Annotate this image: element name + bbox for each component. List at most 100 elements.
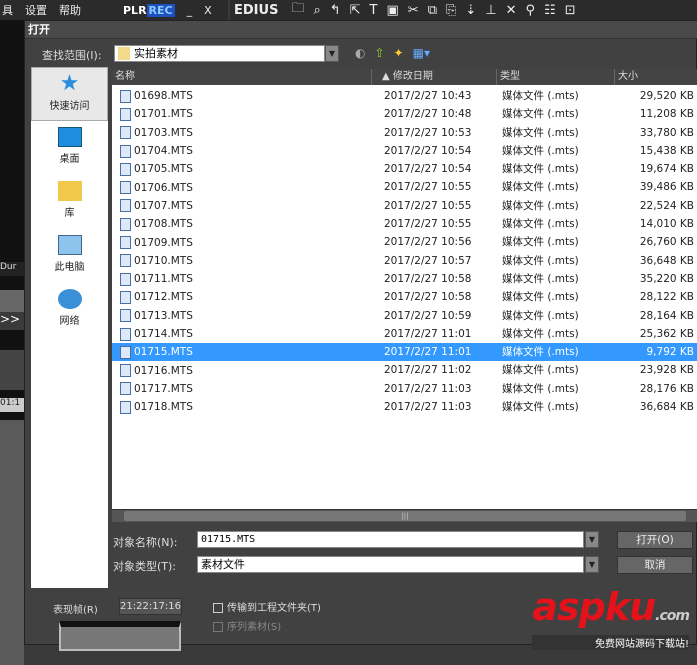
- file-size: 28,122 KB: [639, 291, 694, 304]
- delete-icon[interactable]: ✕: [506, 3, 517, 18]
- insert-icon[interactable]: ⇣: [465, 3, 476, 18]
- file-row[interactable]: 01708.MTS 2017/2/27 10:55 媒体文件 (.mts) 14…: [112, 215, 697, 233]
- bin-icon[interactable]: ⊡: [565, 3, 576, 18]
- close-button[interactable]: X: [204, 4, 212, 17]
- sidebar-label: 库: [64, 208, 75, 219]
- file-row[interactable]: 01706.MTS 2017/2/27 10:55 媒体文件 (.mts) 39…: [112, 178, 697, 196]
- properties-icon[interactable]: ⚲: [526, 3, 536, 18]
- filetype-dropdown[interactable]: ▼: [585, 556, 599, 573]
- watermark: aspku.com 免费网站源码下载站!: [532, 588, 690, 650]
- filetype-select[interactable]: 素材文件: [197, 556, 584, 573]
- file-date: 2017/2/27 10:57: [384, 254, 472, 267]
- file-row[interactable]: 01705.MTS 2017/2/27 10:54 媒体文件 (.mts) 19…: [112, 160, 697, 178]
- file-name: 01704.MTS: [134, 145, 193, 158]
- search-icon[interactable]: ⌕: [313, 3, 320, 18]
- menu-tools[interactable]: 具: [2, 2, 13, 18]
- up-icon[interactable]: ↰: [330, 3, 341, 18]
- file-row[interactable]: 01712.MTS 2017/2/27 10:58 媒体文件 (.mts) 28…: [112, 288, 697, 306]
- file-row[interactable]: 01704.MTS 2017/2/27 10:54 媒体文件 (.mts) 15…: [112, 142, 697, 160]
- file-name: 01715.MTS: [134, 346, 193, 359]
- sidebar-item-quick-access[interactable]: ★ 快速访问: [31, 67, 108, 121]
- file-icon: [120, 327, 131, 341]
- overwrite-icon[interactable]: ⊥: [485, 3, 496, 18]
- file-row[interactable]: 01711.MTS 2017/2/27 10:58 媒体文件 (.mts) 35…: [112, 270, 697, 288]
- file-icon: [120, 89, 131, 103]
- file-icon: [120, 181, 131, 195]
- cut-icon[interactable]: ✂: [408, 3, 419, 18]
- frame-timecode[interactable]: 21:22:17:16: [119, 598, 182, 615]
- file-type: 媒体文件 (.mts): [502, 163, 579, 176]
- column-type[interactable]: 类型: [497, 69, 615, 85]
- export-icon[interactable]: ⇱: [350, 3, 361, 18]
- menu-bar: 具 设置 帮助 PLR REC _ X: [0, 0, 228, 20]
- file-row[interactable]: 01703.MTS 2017/2/27 10:53 媒体文件 (.mts) 33…: [112, 124, 697, 142]
- file-size: 33,780 KB: [639, 126, 694, 139]
- scroll-thumb[interactable]: |||: [124, 511, 686, 521]
- file-type: 媒体文件 (.mts): [502, 236, 579, 249]
- sequence-label: 序列素材(S): [227, 622, 282, 633]
- file-row[interactable]: 01714.MTS 2017/2/27 11:01 媒体文件 (.mts) 25…: [112, 325, 697, 343]
- sidebar-item-this-pc[interactable]: 此电脑: [31, 229, 108, 283]
- rec-button[interactable]: REC: [146, 3, 175, 17]
- filename-dropdown[interactable]: ▼: [585, 531, 599, 548]
- filename-input[interactable]: 01715.MTS: [197, 531, 584, 548]
- dur-label: Dur: [0, 262, 24, 276]
- menu-settings[interactable]: 设置: [25, 2, 47, 18]
- back-icon[interactable]: ◐: [355, 46, 365, 60]
- file-row[interactable]: 01713.MTS 2017/2/27 10:59 媒体文件 (.mts) 28…: [112, 307, 697, 325]
- paste-icon[interactable]: ⎘: [446, 3, 456, 18]
- file-date: 2017/2/27 10:59: [384, 309, 472, 322]
- file-row[interactable]: 01715.MTS 2017/2/27 11:01 媒体文件 (.mts) 9,…: [112, 343, 697, 362]
- file-size: 22,524 KB: [639, 199, 694, 212]
- column-size[interactable]: 大小: [615, 69, 697, 85]
- plr-button[interactable]: PLR: [123, 4, 147, 17]
- look-in-select[interactable]: 实拍素材: [114, 45, 325, 62]
- sidebar-item-desktop[interactable]: 桌面: [31, 121, 108, 175]
- monitor-icon[interactable]: ▣: [387, 3, 399, 18]
- copy-icon[interactable]: ⧉: [428, 3, 437, 18]
- column-date[interactable]: ▲ 修改日期: [372, 69, 497, 85]
- view-menu-icon[interactable]: ▦▾: [413, 46, 430, 60]
- menu-help[interactable]: 帮助: [59, 2, 81, 18]
- filename-label: 对象名称(N):: [113, 536, 178, 549]
- checkbox-icon: [213, 603, 223, 613]
- fast-forward-button[interactable]: >>: [0, 312, 24, 330]
- file-size: 9,792 KB: [646, 346, 695, 359]
- file-name: 01711.MTS: [134, 273, 193, 286]
- horizontal-scrollbar[interactable]: |||: [112, 509, 697, 522]
- file-icon: [120, 217, 131, 231]
- file-row[interactable]: 01710.MTS 2017/2/27 10:57 媒体文件 (.mts) 36…: [112, 252, 697, 270]
- file-date: 2017/2/27 10:58: [384, 272, 472, 285]
- title-icon[interactable]: T: [370, 3, 378, 18]
- file-date: 2017/2/27 10:43: [384, 90, 472, 102]
- file-type: 媒体文件 (.mts): [502, 382, 579, 395]
- file-row[interactable]: 01716.MTS 2017/2/27 11:02 媒体文件 (.mts) 23…: [112, 361, 697, 379]
- file-date: 2017/2/27 11:01: [384, 346, 472, 359]
- file-row[interactable]: 01707.MTS 2017/2/27 10:55 媒体文件 (.mts) 22…: [112, 197, 697, 215]
- desktop-icon: [57, 127, 82, 147]
- dialog-title: 打开: [25, 21, 697, 39]
- minimize-button[interactable]: _: [187, 4, 193, 17]
- transfer-checkbox[interactable]: 传输到工程文件夹(T): [213, 599, 321, 614]
- open-button[interactable]: 打开(O): [617, 531, 693, 549]
- file-size: 29,520 KB: [639, 90, 694, 102]
- file-date: 2017/2/27 11:03: [384, 401, 472, 414]
- folder-icon[interactable]: 🗀: [291, 0, 304, 21]
- view-icon[interactable]: ☷: [544, 3, 556, 18]
- sequence-checkbox[interactable]: 序列素材(S): [213, 618, 281, 633]
- look-in-dropdown[interactable]: ▼: [325, 45, 339, 62]
- file-size: 28,164 KB: [639, 309, 694, 322]
- computer-icon: [57, 235, 82, 255]
- file-row[interactable]: 01701.MTS 2017/2/27 10:48 媒体文件 (.mts) 11…: [112, 105, 697, 123]
- sidebar-item-library[interactable]: 库: [31, 175, 108, 229]
- sidebar-item-network[interactable]: 网络: [31, 283, 108, 337]
- column-name[interactable]: 名称: [112, 69, 372, 85]
- file-row[interactable]: 01717.MTS 2017/2/27 11:03 媒体文件 (.mts) 28…: [112, 380, 697, 398]
- file-row[interactable]: 01709.MTS 2017/2/27 10:56 媒体文件 (.mts) 26…: [112, 233, 697, 251]
- file-type: 媒体文件 (.mts): [502, 181, 579, 194]
- new-folder-icon[interactable]: ✦: [394, 46, 404, 60]
- up-folder-icon[interactable]: ⇧: [374, 46, 384, 60]
- file-row[interactable]: 01698.MTS 2017/2/27 10:43 媒体文件 (.mts) 29…: [112, 87, 697, 105]
- file-row[interactable]: 01718.MTS 2017/2/27 11:03 媒体文件 (.mts) 36…: [112, 398, 697, 416]
- cancel-button[interactable]: 取消: [617, 556, 693, 574]
